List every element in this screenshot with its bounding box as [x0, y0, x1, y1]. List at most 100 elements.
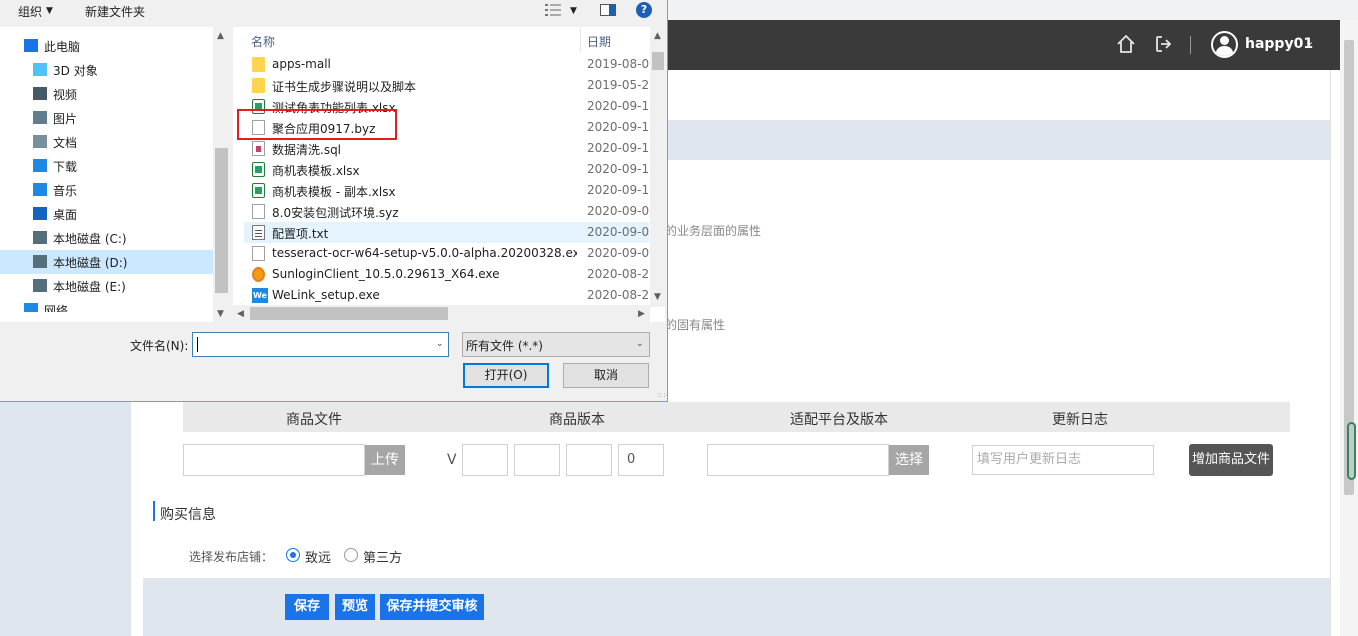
platform-input[interactable]: [707, 444, 889, 476]
store-option-label[interactable]: 第三方: [363, 547, 402, 566]
scroll-up-icon[interactable]: ▲: [654, 31, 661, 41]
version-patch-input[interactable]: 0: [618, 444, 664, 476]
store-option-label[interactable]: 致远: [305, 547, 331, 566]
file-date: 2020-08-27: [587, 288, 649, 302]
chevron-down-icon[interactable]: ⌄: [436, 339, 444, 349]
file-type-select[interactable]: 所有文件 (*.*): [462, 332, 650, 357]
chevron-down-icon[interactable]: ▼: [570, 6, 577, 16]
nav-item[interactable]: 网络: [0, 298, 213, 312]
file-row[interactable]: We WeLink_setup.exe 2020-08-27: [244, 285, 649, 306]
file-row[interactable]: 配置项.txt 2020-09-07: [244, 222, 649, 243]
nav-item-label: 本地磁盘 (C:): [53, 232, 127, 246]
nav-item-label: 本地磁盘 (E:): [53, 280, 126, 294]
help-icon[interactable]: ?: [636, 2, 652, 18]
nav-item[interactable]: 音乐: [0, 178, 213, 202]
file-name: apps-mall: [272, 57, 331, 71]
store-radio-zhiyuan[interactable]: [286, 548, 300, 562]
file-row[interactable]: tesseract-ocr-w64-setup-v5.0.0-alpha.202…: [244, 243, 649, 264]
scroll-right-icon[interactable]: ▶: [638, 309, 645, 319]
version-build-input[interactable]: [566, 444, 612, 476]
nav-item[interactable]: 本地磁盘 (D:): [0, 250, 213, 274]
nav-scrollbar-thumb[interactable]: [215, 148, 228, 293]
filename-label: 文件名(N):: [130, 339, 189, 353]
download-icon: [33, 159, 47, 172]
chevron-down-icon[interactable]: ⌄: [1305, 35, 1314, 48]
nav-item[interactable]: 本地磁盘 (E:): [0, 274, 213, 298]
document-icon: [33, 135, 47, 148]
upload-button[interactable]: 上传: [365, 445, 405, 475]
date-column-header[interactable]: 日期: [587, 33, 611, 50]
preview-pane-icon[interactable]: [600, 4, 616, 16]
nav-item[interactable]: 此电脑: [0, 34, 213, 58]
username[interactable]: happy01: [1245, 36, 1313, 52]
file-table-header: 商品文件 商品版本 适配平台及版本 更新日志: [183, 402, 1290, 432]
chevron-down-icon[interactable]: ▼: [46, 6, 53, 16]
file-row[interactable]: 8.0安装包测试环境.syz 2020-09-08: [244, 201, 649, 222]
product-file-input[interactable]: [183, 444, 365, 476]
version-major-input[interactable]: [462, 444, 508, 476]
resize-grip-icon[interactable]: ⁙⁙: [656, 391, 669, 400]
preview-button[interactable]: 预览: [335, 594, 375, 620]
scroll-indicator: [1347, 422, 1356, 480]
nav-item[interactable]: 下载: [0, 154, 213, 178]
column-divider[interactable]: [580, 28, 581, 52]
save-submit-button[interactable]: 保存并提交审核: [380, 594, 484, 620]
nav-item-label: 音乐: [53, 184, 78, 198]
nav-item-label: 视频: [53, 88, 78, 102]
file-date: 2020-09-15: [587, 162, 649, 176]
file-name: 证书生成步骤说明以及脚本: [272, 80, 417, 94]
nav-item-label: 此电脑: [44, 40, 81, 54]
drive-icon: [33, 255, 47, 268]
file-name: WeLink_setup.exe: [272, 288, 380, 302]
scroll-down-icon[interactable]: ▼: [654, 292, 661, 302]
excel-file-icon: [252, 183, 265, 198]
file-row[interactable]: 数据清洗.sql 2020-09-17: [244, 138, 649, 159]
column-header: 更新日志: [1052, 412, 1108, 428]
file-row[interactable]: 商机表模板.xlsx 2020-09-15: [244, 159, 649, 180]
version-minor-input[interactable]: [514, 444, 560, 476]
drive-icon: [33, 279, 47, 292]
nav-item[interactable]: 本地磁盘 (C:): [0, 226, 213, 250]
nav-item[interactable]: 桌面: [0, 202, 213, 226]
purchase-section-title: 购买信息: [160, 507, 216, 523]
file-row[interactable]: 证书生成步骤说明以及脚本 2019-05-22: [244, 75, 649, 96]
cancel-button[interactable]: 取消: [563, 363, 649, 388]
store-radio-third-party[interactable]: [344, 548, 358, 562]
scroll-down-icon[interactable]: ▼: [217, 309, 224, 319]
horizontal-scrollbar-thumb[interactable]: [250, 307, 448, 320]
nav-item-label: 下载: [53, 160, 78, 174]
open-button[interactable]: 打开(O): [463, 363, 549, 388]
chevron-down-icon[interactable]: ⌄: [636, 339, 644, 349]
scroll-left-icon[interactable]: ◀: [237, 309, 244, 319]
nav-item-label: 本地磁盘 (D:): [53, 256, 128, 270]
nav-item[interactable]: 3D 对象: [0, 58, 213, 82]
file-name: 配置项.txt: [272, 227, 329, 241]
home-icon[interactable]: [1115, 33, 1137, 55]
select-platform-button[interactable]: 选择: [889, 445, 929, 475]
content-border: [1330, 70, 1331, 636]
add-product-file-button[interactable]: 增加商品文件: [1189, 444, 1273, 476]
new-folder-button[interactable]: 新建文件夹: [85, 3, 145, 20]
folder-icon: [252, 78, 265, 93]
file-name: SunloginClient_10.5.0.29613_X64.exe: [272, 267, 500, 281]
file-row[interactable]: apps-mall 2019-08-08: [244, 54, 649, 75]
nav-item[interactable]: 图片: [0, 106, 213, 130]
view-options-icon[interactable]: [545, 4, 561, 16]
store-label: 选择发布店铺：: [189, 550, 274, 564]
file-row[interactable]: SunloginClient_10.5.0.29613_X64.exe 2020-…: [244, 264, 649, 285]
welink-app-icon: We: [252, 288, 268, 303]
name-column-header[interactable]: 名称: [251, 33, 275, 50]
nav-item[interactable]: 文档: [0, 130, 213, 154]
sunlogin-app-icon: [252, 267, 265, 282]
nav-item[interactable]: 视频: [0, 82, 213, 106]
filename-input[interactable]: [192, 332, 449, 357]
file-row[interactable]: 商机表模板 - 副本.xlsx 2020-09-15: [244, 180, 649, 201]
file-list-scrollbar-thumb[interactable]: [652, 52, 664, 70]
scroll-up-icon[interactable]: ▲: [217, 31, 224, 41]
logout-icon[interactable]: [1153, 33, 1175, 55]
changelog-textarea[interactable]: 填写用户更新日志: [972, 445, 1154, 475]
organize-menu[interactable]: 组织: [18, 3, 42, 20]
avatar[interactable]: [1211, 31, 1238, 58]
save-button[interactable]: 保存: [285, 594, 329, 620]
file-name: 数据清洗.sql: [272, 143, 342, 157]
